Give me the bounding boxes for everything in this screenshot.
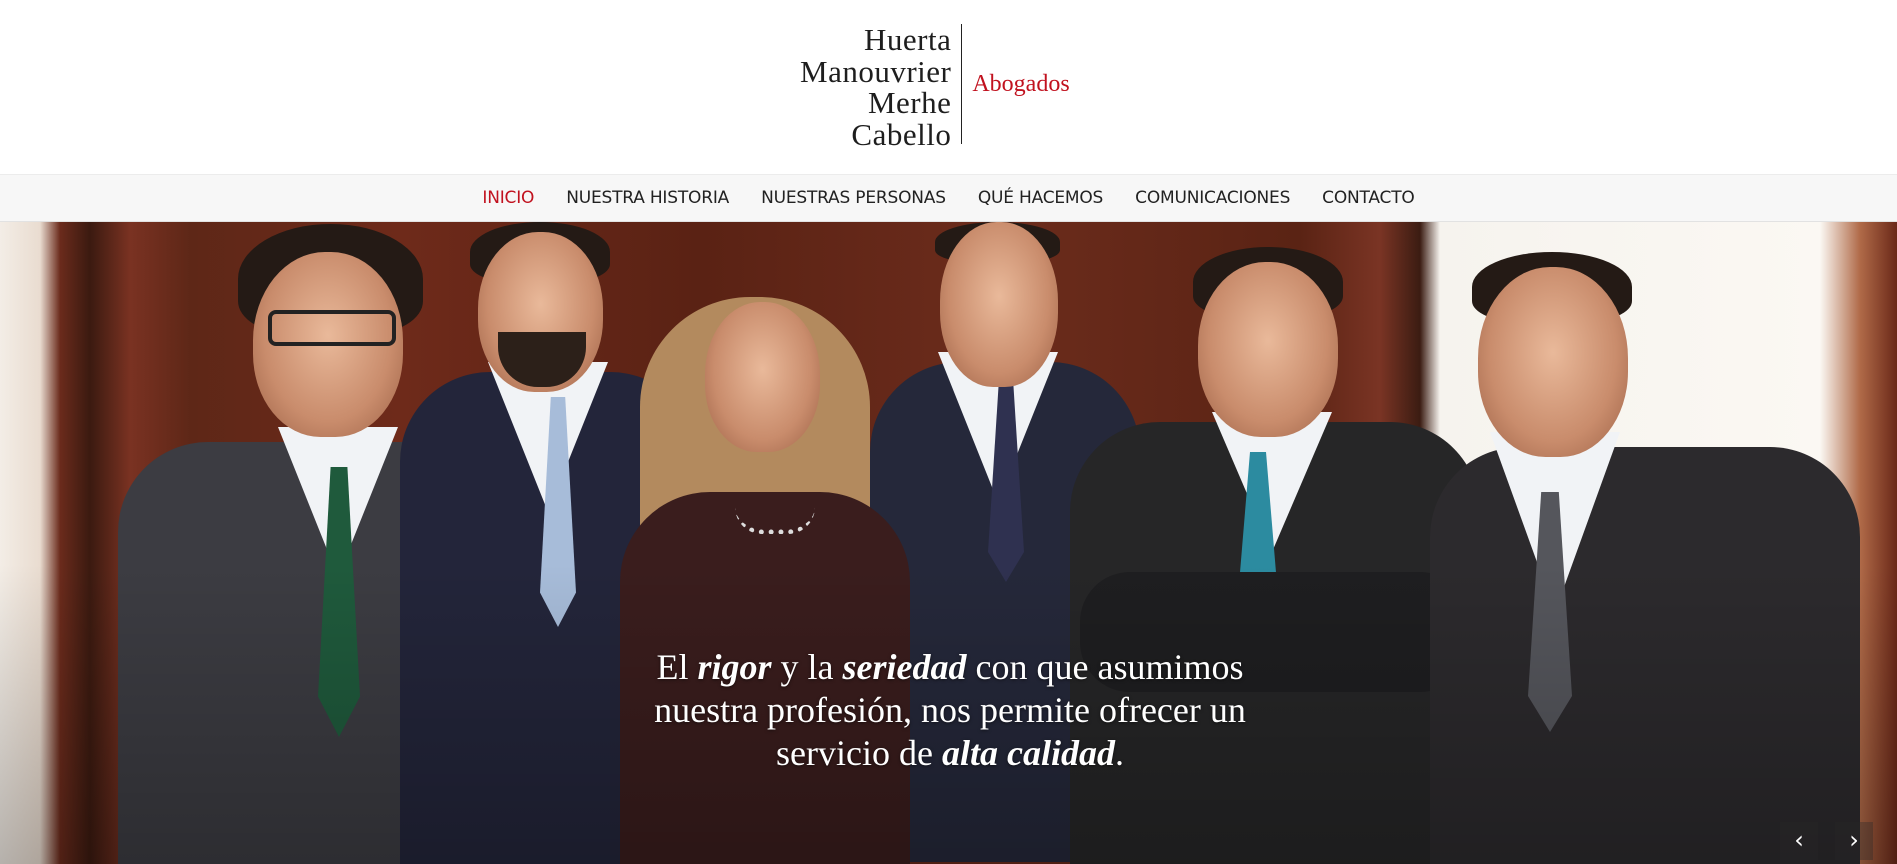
firm-logo[interactable]: Huerta Manouvrier Merhe Cabello Abogados [800, 22, 1070, 150]
tagline-1a: El [656, 647, 698, 687]
main-nav: INICIO NUESTRA HISTORIA NUESTRAS PERSONA… [0, 174, 1897, 222]
tagline-line2: nuestra profesión, nos permite ofrecer u… [654, 690, 1246, 730]
chevron-left-icon: ‹ [1794, 826, 1804, 854]
tagline-seriedad: seriedad [842, 647, 967, 687]
nav-item-nuestra-historia[interactable]: NUESTRA HISTORIA [566, 188, 729, 208]
tagline-3a: servicio de [776, 733, 942, 773]
logo-name-huerta: Huerta [864, 22, 952, 57]
tagline-3c: . [1114, 733, 1124, 773]
logo-name-cabello: Cabello [851, 116, 952, 152]
logo-name-merhe: Merhe [867, 85, 952, 120]
tagline-1c: y la [771, 647, 843, 687]
tagline-1e: con que asumimos [966, 647, 1244, 687]
nav-item-nuestras-personas[interactable]: NUESTRAS PERSONAS [761, 188, 946, 208]
logo-names: Huerta Manouvrier Merhe Cabello [800, 22, 963, 150]
nav-item-contacto[interactable]: CONTACTO [1322, 188, 1415, 208]
slider-prev-button[interactable]: ‹ [1780, 822, 1818, 860]
chevron-right-icon: › [1849, 826, 1859, 854]
nav-item-comunicaciones[interactable]: COMUNICACIONES [1135, 188, 1290, 208]
tagline-alta-calidad: alta calidad [941, 733, 1115, 773]
tagline-rigor: rigor [697, 647, 772, 687]
logo-subtitle: Abogados [972, 70, 1070, 97]
hero-slider: El rigor y la seriedad con que asumimos … [0, 222, 1897, 864]
nav-item-que-hacemos[interactable]: QUÉ HACEMOS [978, 188, 1104, 208]
hero-tagline: El rigor y la seriedad con que asumimos … [560, 646, 1340, 775]
logo-name-manouvrier: Manouvrier [800, 53, 952, 89]
site-header: Huerta Manouvrier Merhe Cabello Abogados [0, 0, 1897, 174]
nav-item-inicio[interactable]: INICIO [482, 188, 534, 208]
slider-next-button[interactable]: › [1835, 822, 1873, 860]
